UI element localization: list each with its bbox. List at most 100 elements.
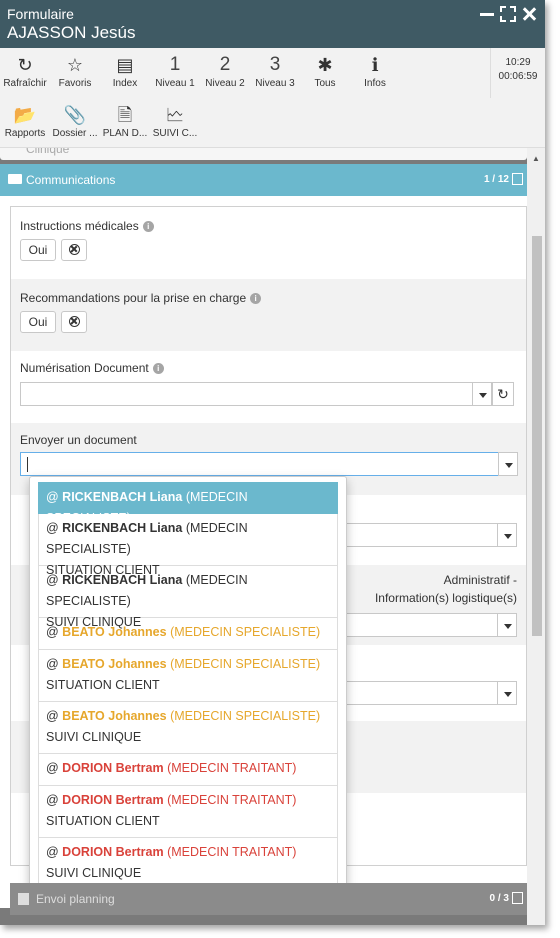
category-note-line1: Administratif - (443, 573, 517, 587)
option-subtitle: SITUATION CLIENT (46, 678, 160, 692)
option-role: (MEDECIN SPECIALISTE) (170, 709, 321, 723)
window-controls (479, 6, 537, 22)
info-icon[interactable]: i (152, 363, 164, 374)
option-name: RICKENBACH Liana (62, 490, 183, 504)
chevron-down-icon[interactable] (497, 523, 517, 547)
clear-icon (69, 316, 80, 327)
list-icon[interactable] (512, 173, 523, 185)
clock: 10:29 00:06:59 (490, 48, 545, 98)
panel-title: Communications (26, 173, 116, 187)
toolbar-refresh-button[interactable]: ↻ Rafraîchir (0, 52, 50, 89)
dropdown-option[interactable]: @ DORION Bertram (MEDECIN TRAITANT) SITUA… (38, 786, 338, 838)
option-subtitle: SITUATION CLIENT (46, 814, 160, 828)
dropdown-option[interactable]: @ DORION Bertram (MEDECIN TRAITANT) (38, 754, 338, 786)
communications-panel-header[interactable]: Communications 1 / 12 (0, 164, 527, 196)
numerisation-label-text: Numérisation Document (20, 361, 149, 375)
option-name: RICKENBACH Liana (62, 521, 183, 535)
dropdown-option[interactable]: @ RICKENBACH Liana (MEDECIN SPECIALISTE)… (38, 566, 338, 629)
form-window: Formulaire AJASSON Jesús ↻ Rafraîchir ☆ Fav… (0, 0, 545, 925)
chevron-down-icon[interactable] (498, 452, 518, 476)
toolbar-label: Niveau 3 (255, 78, 295, 89)
dropdown-option[interactable]: @ RICKENBACH Liana (MEDECIN SPECIALISTE) (38, 482, 338, 525)
toolbar-dossier-button[interactable]: 📎 Dossier ... (50, 102, 100, 139)
dropdown-option[interactable]: @ BEATO Johannes (MEDECIN SPECIALISTE) SU… (38, 702, 338, 754)
toolbar-level1-button[interactable]: 1 Niveau 1 (150, 52, 200, 89)
minimize-icon[interactable] (479, 6, 495, 22)
toolbar-row-1: ↻ Rafraîchir ☆ Favoris ▤ Index 1 Niveau 1 2 Nivea… (0, 52, 400, 89)
option-main-line: @ BEATO Johannes (MEDECIN SPECIALISTE) (46, 654, 330, 675)
hidden-select-1[interactable] (331, 523, 499, 547)
option-main-line: @ DORION Bertram (MEDECIN TRAITANT) (46, 842, 330, 863)
dropdown-option[interactable]: @ BEATO Johannes (MEDECIN SPECIALISTE) SI… (38, 650, 338, 702)
option-role: (MEDECIN TRAITANT) (167, 793, 297, 807)
toolbar-label: SUIVI C... (152, 128, 198, 139)
refresh-icon[interactable]: ↻ (492, 382, 514, 406)
at-sign: @ (46, 709, 63, 723)
toolbar-level3-button[interactable]: 3 Niveau 3 (250, 52, 300, 89)
info-icon[interactable]: i (250, 293, 262, 304)
toolbar: ↻ Rafraîchir ☆ Favoris ▤ Index 1 Niveau 1 2 Nivea… (0, 48, 545, 148)
maximize-icon[interactable] (500, 6, 516, 22)
instructions-yes-button[interactable]: Oui (20, 239, 56, 261)
document-chart-icon: 🗠 (165, 105, 185, 125)
chevron-down-icon[interactable] (472, 382, 492, 406)
option-main-line: @ DORION Bertram (MEDECIN TRAITANT) (46, 758, 330, 779)
scrollbar[interactable]: ▲ (527, 148, 545, 925)
toolbar-favorites-button[interactable]: ☆ Favoris (50, 52, 100, 89)
toolbar-label: Index (112, 78, 138, 89)
number-icon: 1 (169, 54, 181, 75)
toolbar-label: Rapports (4, 128, 46, 139)
recommandations-label-text: Recommandations pour la prise en charge (20, 291, 247, 305)
hidden-select-3[interactable] (331, 681, 499, 705)
clock-elapsed: 00:06:59 (498, 71, 538, 82)
toolbar-plan-button[interactable]: 🗎 PLAN D... (100, 102, 150, 139)
chevron-down-icon[interactable] (497, 681, 517, 705)
at-sign: @ (46, 625, 63, 639)
category-note: Administratif - Information(s) logistiqu… (375, 571, 517, 607)
at-sign: @ (46, 521, 63, 535)
document-icon: 🗎 (117, 105, 133, 125)
at-sign: @ (46, 793, 63, 807)
option-name: BEATO Johannes (62, 625, 167, 639)
number-icon: 3 (269, 54, 281, 75)
info-icon[interactable]: i (142, 221, 154, 232)
option-main-line: @ RICKENBACH Liana (MEDECIN SPECIALISTE) (46, 570, 330, 612)
scrollbar-thumb[interactable] (532, 236, 542, 636)
text-cursor (27, 457, 28, 472)
field-recommandations-label: Recommandations pour la prise en charge i (20, 291, 262, 305)
toolbar-index-button[interactable]: ▤ Index (100, 52, 150, 89)
toolbar-all-button[interactable]: ✱ Tous (300, 52, 350, 89)
dropdown-option[interactable]: @ BEATO Johannes (MEDECIN SPECIALISTE) (38, 618, 338, 650)
star-icon: ☆ (66, 55, 84, 75)
field-numerisation: Numérisation Document i ↻ (11, 351, 526, 423)
option-subtitle: SUIVI CLINIQUE (46, 730, 142, 744)
collapsed-section[interactable]: Clinique (0, 148, 527, 160)
numerisation-select[interactable] (20, 382, 474, 406)
option-role: (MEDECIN TRAITANT) (167, 761, 297, 775)
panel-count: 1 / 12 (483, 174, 509, 185)
option-name: DORION Bertram (62, 761, 164, 775)
toolbar-infos-button[interactable]: ℹ Infos (350, 52, 400, 89)
toolbar-suivi-button[interactable]: 🗠 SUIVI C... (150, 102, 200, 139)
toolbar-reports-button[interactable]: 📂 Rapports (0, 102, 50, 139)
toolbar-level2-button[interactable]: 2 Niveau 2 (200, 52, 250, 89)
info-icon: ℹ (371, 55, 379, 75)
hidden-select-2[interactable] (331, 613, 499, 637)
scroll-up-icon[interactable]: ▲ (532, 154, 540, 163)
list-icon[interactable] (512, 892, 523, 904)
recipient-dropdown: @ RICKENBACH Liana (MEDECIN SPECIALISTE)… (29, 476, 347, 900)
envoyer-input[interactable] (20, 452, 500, 476)
at-sign: @ (46, 573, 63, 587)
dropdown-option[interactable]: @ RICKENBACH Liana (MEDECIN SPECIALISTE)… (38, 514, 338, 577)
field-numerisation-label: Numérisation Document i (20, 361, 164, 375)
envoi-planning-panel-header[interactable]: Envoi planning 0 / 3 (10, 883, 527, 915)
instructions-clear-button[interactable] (61, 239, 87, 261)
close-icon[interactable] (521, 6, 537, 22)
option-name: BEATO Johannes (62, 657, 167, 671)
option-role: (MEDECIN TRAITANT) (167, 845, 297, 859)
field-recommandations: Recommandations pour la prise en charge i… (11, 279, 526, 351)
at-sign: @ (46, 761, 63, 775)
recommandations-yes-button[interactable]: Oui (20, 311, 56, 333)
recommandations-clear-button[interactable] (61, 311, 87, 333)
chevron-down-icon[interactable] (497, 613, 517, 637)
